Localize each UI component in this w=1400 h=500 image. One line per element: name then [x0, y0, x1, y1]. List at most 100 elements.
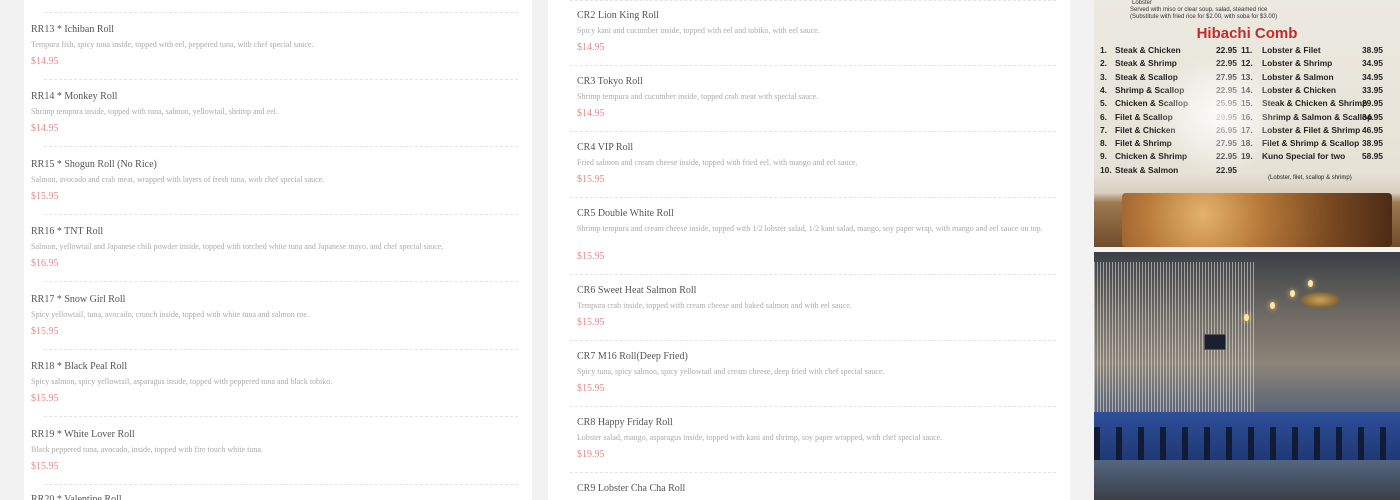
menu-item-name: CR8 Happy Friday Roll — [577, 417, 673, 428]
menu-item-price: $15.95 — [577, 317, 605, 328]
pendant-lamp — [1308, 280, 1313, 287]
menu-item[interactable]: CR7 M16 Roll(Deep Fried) Spicy tuna, spic… — [548, 351, 1070, 413]
menu-item-description: Spicy salmon, spicy yellowtail, asparagu… — [31, 377, 333, 386]
menu-photo-price: 34.95 — [1362, 71, 1383, 82]
food-photo — [1122, 193, 1392, 247]
menu-item-name: CR9 Lobster Cha Cha Roll — [577, 483, 686, 494]
menu-item-description: Spicy yellowtail, tuna, avocado, crunch … — [31, 310, 309, 319]
menu-item-description: Spicy tuna, spicy salmon, spicy yellowta… — [577, 367, 885, 376]
divider — [44, 79, 518, 80]
menu-photo-price: 34.95 — [1362, 111, 1383, 122]
menu-photo-price: 38.95 — [1362, 138, 1383, 149]
menu-photo-title: Hibachi Comb — [1196, 25, 1298, 42]
menu-photo-header-line: (Substitute with fried rice for $2.00, w… — [1130, 14, 1278, 20]
menu-item-description: Salmon, yellowtail and Japanese chili po… — [31, 242, 444, 251]
menu-item-description: Fried salmon and cream cheese inside, to… — [577, 158, 858, 167]
menu-photo-price: 46.95 — [1362, 124, 1383, 135]
menu-photo-header-line: Served with miso or clear soup, salad, s… — [1130, 7, 1268, 13]
pendant-lamp — [1290, 290, 1295, 297]
menu-item[interactable]: RR20 * Valentine Roll — [24, 494, 532, 500]
menu-photo-header-line: Lobster — [1132, 0, 1153, 6]
wall-tv — [1204, 334, 1226, 350]
divider — [570, 274, 1056, 275]
menu-item-description: Shrimp tempura inside, topped with tuna,… — [31, 107, 278, 116]
menu-item-description: Spicy kani and cucumber inside, topped w… — [577, 26, 820, 35]
menu-item[interactable]: CR8 Happy Friday Roll Lobster salad, mang… — [548, 417, 1070, 479]
menu-item[interactable]: RR14 * Monkey Roll Shrimp tempura inside,… — [24, 91, 532, 155]
menu-item[interactable]: RR13 * Ichiban Roll Tempura fish, spicy t… — [24, 24, 532, 88]
menu-item[interactable]: CR9 Lobster Cha Cha Roll — [548, 483, 1070, 500]
menu-photo-note: (Lobster, filet, scallop & shrimp) — [1268, 174, 1352, 181]
menu-photo-price: 29.95 — [1362, 98, 1383, 109]
divider — [44, 349, 518, 350]
menu-item-name: RR15 * Shogun Roll (No Rice) — [31, 159, 157, 170]
divider — [44, 281, 518, 282]
divider — [570, 340, 1056, 341]
divider — [570, 197, 1056, 198]
menu-item[interactable]: RR18 * Black Peal Roll Spicy salmon, spic… — [24, 361, 532, 425]
divider — [570, 0, 1056, 1]
divider — [44, 416, 518, 417]
menu-item-price: $19.95 — [577, 449, 605, 460]
menu-column-middle: CR2 Lion King Roll Spicy kani and cucumbe… — [548, 0, 1070, 500]
menu-item[interactable]: CR4 VIP Roll Fried salmon and cream chees… — [548, 142, 1070, 204]
menu-item-description: Tempura fish, spicy tuna inside, topped … — [31, 40, 314, 49]
menu-photo-price: 38.95 — [1362, 45, 1383, 55]
menu-item-price: $14.95 — [31, 123, 59, 134]
menu-item-name: CR6 Sweet Heat Salmon Roll — [577, 285, 697, 296]
menu-item-price: $16.95 — [31, 258, 59, 269]
menu-item-price: $14.95 — [577, 108, 605, 119]
wall-decoration — [1300, 292, 1340, 308]
menu-photo-price: 58.95 — [1362, 151, 1383, 162]
menu-item-description: Black peppered tuna, avocado, inside, to… — [31, 445, 263, 454]
restaurant-interior-photo[interactable] — [1094, 252, 1400, 500]
menu-item[interactable]: RR19 * White Lover Roll Black peppered tu… — [24, 429, 532, 493]
menu-item[interactable]: RR17 * Snow Girl Roll Spicy yellowtail, t… — [24, 294, 532, 358]
menu-item-name: RR16 * TNT Roll — [31, 226, 104, 237]
menu-item-description: Salmon, avocado and crab meat, wrapped w… — [31, 175, 325, 184]
menu-photo-num: 11. — [1241, 45, 1253, 55]
menu-item-name: RR17 * Snow Girl Roll — [31, 294, 126, 305]
menu-photo-price: 34.95 — [1362, 58, 1383, 69]
menu-item[interactable]: CR5 Double White Roll Shrimp tempura and … — [548, 208, 1070, 282]
pendant-lamp — [1244, 314, 1249, 321]
menu-item[interactable]: CR2 Lion King Roll Spicy kani and cucumbe… — [548, 10, 1070, 72]
menu-item-price: $15.95 — [577, 383, 605, 394]
menu-item-price: $15.95 — [577, 251, 605, 262]
divider — [44, 214, 518, 215]
menu-item-price: $15.95 — [577, 174, 605, 185]
menu-item[interactable]: RR16 * TNT Roll Salmon, yellowtail and Ja… — [24, 226, 532, 290]
menu-item-description: Shrimp tempura and cream cheese inside, … — [577, 224, 1043, 233]
divider — [570, 65, 1056, 66]
divider — [570, 472, 1056, 473]
menu-item-name: CR2 Lion King Roll — [577, 10, 659, 21]
menu-item[interactable]: RR15 * Shogun Roll (No Rice) Salmon, avoc… — [24, 159, 532, 223]
menu-item-name: CR7 M16 Roll(Deep Fried) — [577, 351, 688, 362]
menu-item-name: RR13 * Ichiban Roll — [31, 24, 115, 35]
menu-item-name: CR4 VIP Roll — [577, 142, 634, 153]
menu-photo-name: Lobster & Shrimp — [1262, 58, 1333, 69]
menu-item-description: Lobster salad, mango, asparagus inside, … — [577, 433, 943, 442]
menu-item-price: $14.95 — [577, 42, 605, 53]
menu-item-description: Shrimp tempura and cucumber inside, topp… — [577, 92, 819, 101]
menu-item-name: RR14 * Monkey Roll — [31, 91, 118, 102]
menu-item-name: RR20 * Valentine Roll — [31, 494, 122, 500]
hibachi-menu-photo[interactable]: Lobster Served with miso or clear soup, … — [1094, 0, 1400, 247]
menu-column-left: RR13 * Ichiban Roll Tempura fish, spicy t… — [24, 0, 532, 500]
menu-photo-name: Steak & Salmon — [1115, 164, 1179, 175]
menu-item-name: CR3 Tokyo Roll — [577, 76, 643, 87]
menu-photo-header: Lobster Served with miso or clear soup, … — [1094, 0, 1400, 20]
divider — [44, 12, 518, 13]
menu-item-price: $15.95 — [31, 326, 59, 337]
menu-item[interactable]: CR6 Sweet Heat Salmon Roll Tempura crab i… — [548, 285, 1070, 347]
menu-item-name: CR5 Double White Roll — [577, 208, 674, 219]
menu-item-price: $15.95 — [31, 191, 59, 202]
pendant-lamp — [1270, 302, 1275, 309]
menu-item-price: $14.95 — [31, 56, 59, 67]
menu-photo-name: Kuno Special for two — [1262, 151, 1346, 162]
menu-item-description: Tempura crab inside, topped with cream c… — [577, 301, 852, 310]
floor — [1094, 460, 1400, 500]
menu-item-price: $15.95 — [31, 461, 59, 472]
menu-photo-name: Lobster & Filet — [1262, 45, 1321, 55]
menu-item[interactable]: CR3 Tokyo Roll Shrimp tempura and cucumbe… — [548, 76, 1070, 138]
